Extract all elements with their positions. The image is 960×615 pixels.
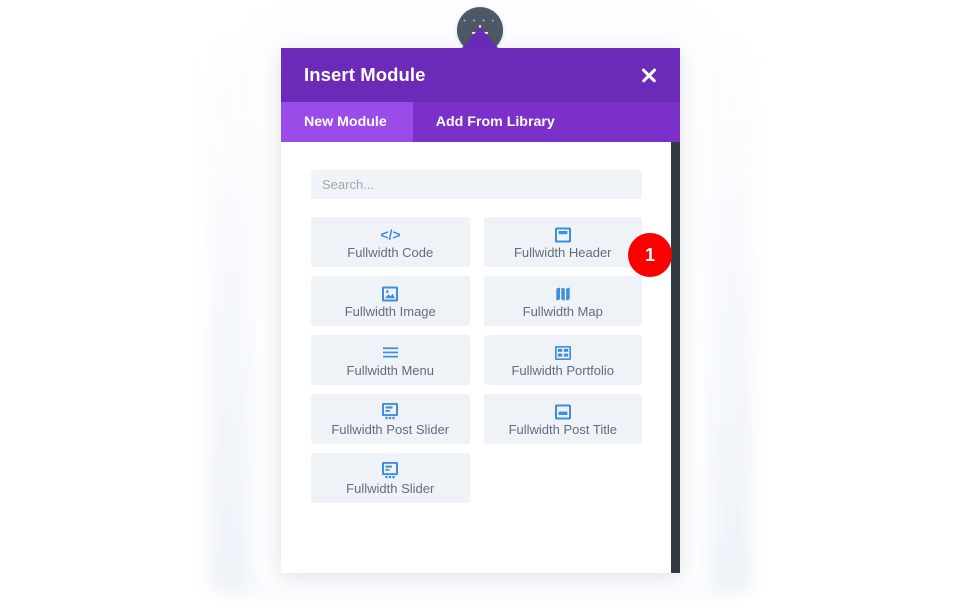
post-title-icon (554, 403, 571, 420)
module-tile-label: Fullwidth Header (513, 245, 612, 260)
code-icon: </> (381, 226, 400, 243)
module-tile[interactable]: Fullwidth Post Title (483, 394, 642, 444)
modal-body: </> Fullwidth Code Fullwidth Header Fullwid… (281, 142, 680, 573)
portfolio-grid-icon (554, 344, 571, 361)
menu-icon (382, 344, 399, 361)
image-icon (382, 285, 399, 302)
module-tile[interactable]: Fullwidth Slider (311, 453, 470, 503)
page-title: Insert Module (304, 64, 426, 85)
module-tile-label: Fullwidth Image (344, 304, 436, 319)
svg-text:</>: </> (381, 227, 400, 242)
slider-icon (382, 462, 399, 479)
close-icon[interactable] (636, 62, 662, 88)
drag-handle-dots-icon: • • • • (463, 18, 497, 25)
module-tile[interactable]: Fullwidth Portfolio (483, 335, 642, 385)
tab-add-from-library-label: Add From Library (435, 114, 555, 130)
header-icon (554, 226, 571, 243)
modal-scrollbar[interactable] (671, 142, 680, 573)
module-grid: </> Fullwidth Code Fullwidth Header Fullwid… (311, 217, 642, 503)
module-tile-label: Fullwidth Menu (346, 363, 434, 378)
module-tile-label: Fullwidth Slider (346, 481, 435, 496)
annotation-badge-1: 1 (628, 233, 672, 277)
modal-pointer-triangle (461, 27, 499, 49)
module-tile[interactable]: </> Fullwidth Code (311, 217, 470, 267)
module-tile[interactable]: Fullwidth Image (311, 276, 470, 326)
module-tile-label: Fullwidth Portfolio (511, 363, 615, 378)
annotation-badge-1-number: 1 (644, 244, 655, 265)
module-tile[interactable]: Fullwidth Menu (311, 335, 470, 385)
modal-scrollbar-thumb[interactable] (671, 142, 680, 573)
modal-tabs: New Module Add From Library (281, 102, 680, 142)
map-icon (555, 285, 571, 302)
module-tile-label: Fullwidth Post Slider (331, 422, 450, 437)
post-slider-icon (382, 403, 399, 420)
tab-new-module-label: New Module (304, 114, 387, 130)
module-tile[interactable]: Fullwidth Post Slider (311, 394, 470, 444)
module-tile-label: Fullwidth Code (347, 245, 434, 260)
module-tile-label: Fullwidth Map (522, 304, 603, 319)
insert-module-modal: Insert Module New Module Add From Librar… (281, 48, 680, 573)
module-tile[interactable]: Fullwidth Header (483, 217, 642, 267)
module-tile-label: Fullwidth Post Title (508, 422, 617, 437)
search-input[interactable] (311, 170, 642, 199)
module-tile[interactable]: Fullwidth Map (483, 276, 642, 326)
modal-header: Insert Module (281, 48, 680, 102)
tab-add-from-library[interactable]: Add From Library (413, 102, 577, 142)
tab-new-module[interactable]: New Module (281, 102, 413, 142)
